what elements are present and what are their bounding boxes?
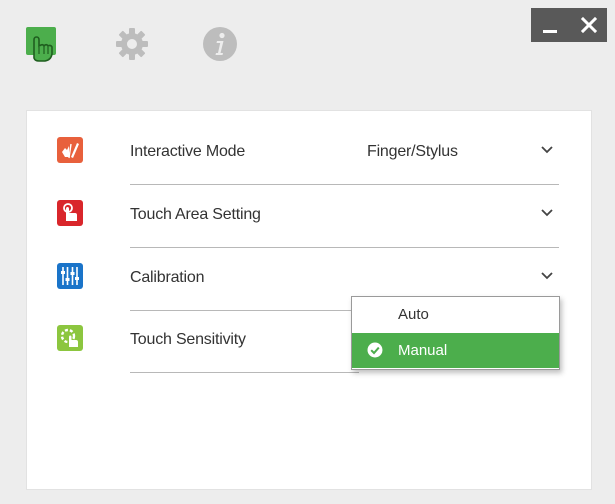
- info-icon[interactable]: [200, 24, 240, 64]
- setting-label: Touch Sensitivity: [130, 331, 246, 348]
- row-divider: [130, 184, 559, 185]
- setting-label: Touch Area Setting: [130, 206, 261, 223]
- gear-icon[interactable]: [112, 24, 152, 64]
- minimize-button[interactable]: [531, 8, 569, 42]
- dropdown-option-manual[interactable]: Manual: [352, 333, 559, 368]
- option-label: Manual: [398, 342, 448, 359]
- row-divider: [130, 372, 359, 373]
- chevron-down-icon[interactable]: [540, 271, 554, 281]
- touch-area-icon: [57, 200, 83, 226]
- minimize-icon: [543, 30, 557, 33]
- setting-value[interactable]: Finger/Stylus: [367, 143, 458, 161]
- title-bar: [0, 0, 615, 95]
- touch-settings-window: Interactive Mode Finger/Stylus Touch Are…: [0, 0, 615, 504]
- setting-label: Interactive Mode: [130, 143, 246, 160]
- sliders-icon: [57, 263, 83, 289]
- calibration-dropdown-menu: Auto Manual: [351, 296, 560, 370]
- touch-hand-icon[interactable]: [24, 24, 64, 64]
- setting-label: Calibration: [130, 269, 205, 286]
- row-divider: [130, 247, 559, 248]
- check-circle-icon: [367, 342, 383, 358]
- chevron-down-icon[interactable]: [540, 145, 554, 155]
- window-controls: [531, 8, 607, 42]
- touch-settings-icon: [57, 325, 83, 351]
- close-icon: [580, 16, 598, 34]
- close-button[interactable]: [569, 8, 607, 42]
- chevron-down-icon[interactable]: [540, 208, 554, 218]
- setting-row-touch-area[interactable]: Touch Area Setting: [27, 186, 591, 248]
- dropdown-option-auto[interactable]: Auto: [352, 297, 559, 332]
- option-label: Auto: [398, 306, 429, 323]
- setting-row-interactive-mode[interactable]: Interactive Mode Finger/Stylus: [27, 123, 591, 185]
- pen-finger-icon: [57, 137, 83, 163]
